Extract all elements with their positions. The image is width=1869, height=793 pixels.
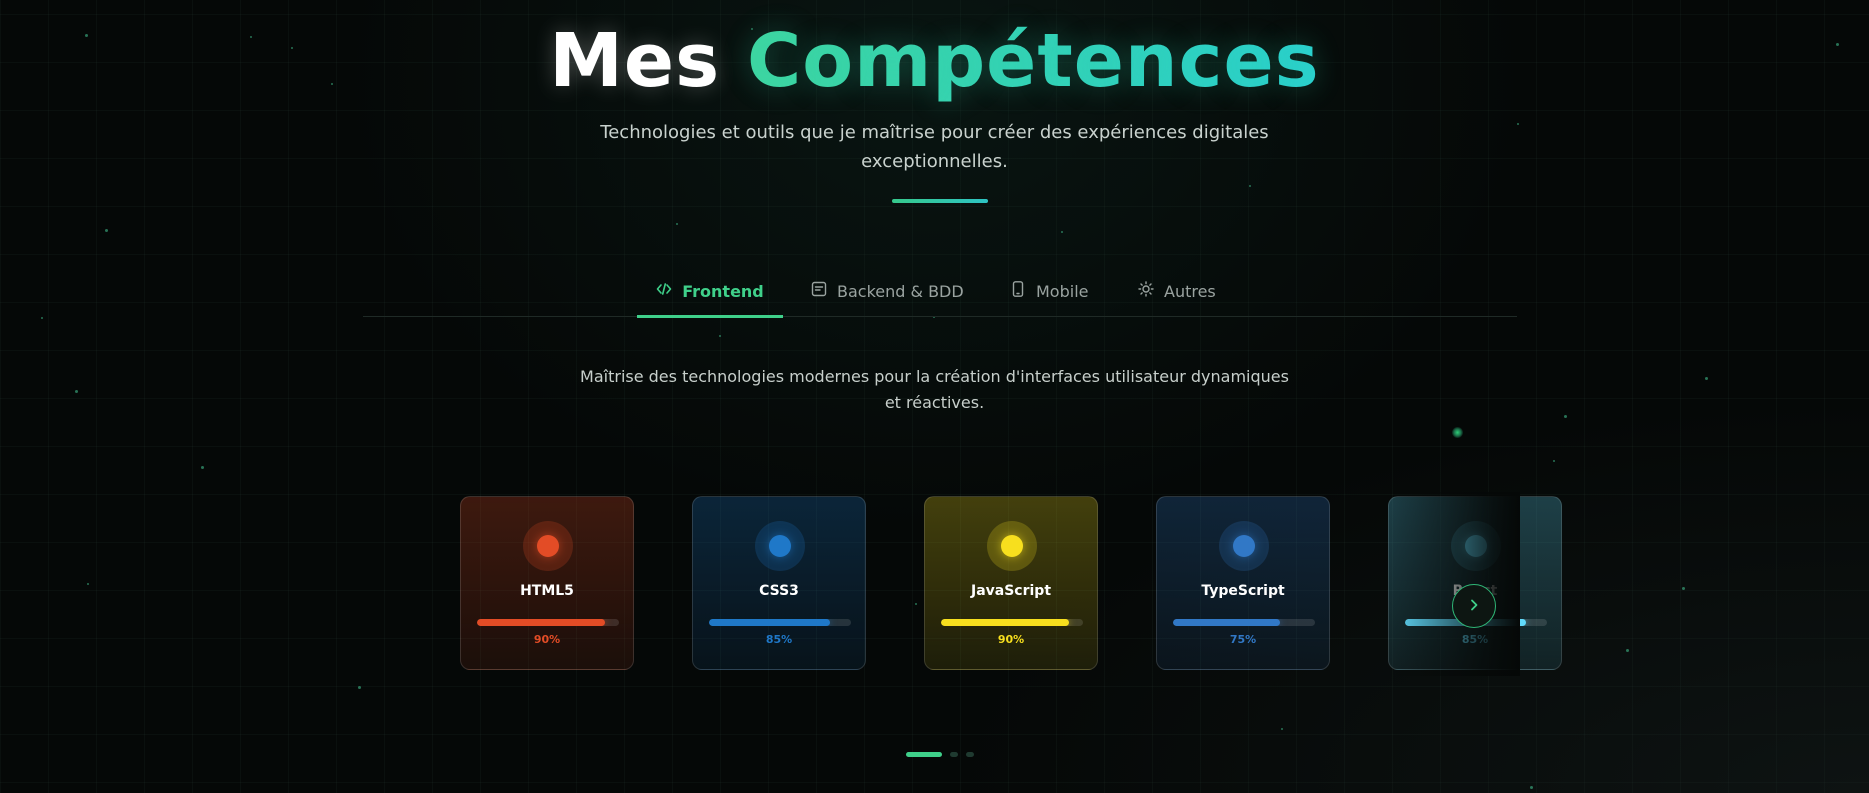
skill-icon: [987, 521, 1037, 571]
skill-progress-fill: [709, 619, 830, 626]
star: [1452, 427, 1463, 438]
title-underline: [892, 199, 988, 203]
star: [1061, 231, 1063, 233]
skill-name: TypeScript: [1201, 583, 1285, 599]
skill-progress-bar: [941, 619, 1083, 626]
skill-icon: [1219, 521, 1269, 571]
page-title: Mes Compétences: [0, 16, 1869, 106]
star: [1530, 786, 1533, 789]
subtitle-line-2: exceptionnelles.: [861, 151, 1008, 172]
tab-label: Frontend: [682, 281, 764, 301]
tab-label: Mobile: [1036, 281, 1089, 301]
chevron-right-icon: [1467, 597, 1481, 616]
skill-icon-dot: [537, 535, 559, 557]
title-word-1: Mes: [549, 18, 721, 104]
title-word-2: Compétences: [746, 18, 1320, 104]
star: [1249, 185, 1251, 187]
skill-name: HTML5: [520, 583, 574, 599]
skill-icon: [523, 521, 573, 571]
star: [1682, 587, 1685, 590]
star: [41, 317, 43, 319]
skill-name: CSS3: [759, 583, 799, 599]
code-icon: [656, 281, 672, 301]
skill-progress-fill: [477, 619, 605, 626]
sun-icon: [1138, 281, 1154, 301]
skill-name: JavaScript: [970, 583, 1052, 599]
smartphone-icon: [1010, 281, 1026, 301]
skill-progress-bar: [477, 619, 619, 626]
skill-percent: 90%: [533, 633, 561, 646]
category-description: Maîtrise des technologies modernes pour …: [0, 364, 1869, 416]
skills-carousel: HTML5 90% CSS3 85% JavaScript 90% TypeSc…: [460, 492, 1562, 676]
tab-label: Backend & BDD: [837, 281, 964, 301]
skill-icon-dot: [769, 535, 791, 557]
description-line-1: Maîtrise des technologies modernes pour …: [580, 367, 1289, 386]
skill-card[interactable]: HTML5 90%: [460, 496, 634, 670]
skill-icon: [755, 521, 805, 571]
tab-mobile[interactable]: Mobile: [1010, 266, 1088, 316]
skill-percent: 75%: [1229, 633, 1257, 646]
star: [1553, 460, 1555, 462]
star: [676, 223, 678, 225]
star: [105, 229, 108, 232]
tab-backend[interactable]: Backend & BDD: [811, 266, 964, 316]
subtitle-line-1: Technologies et outils que je maîtrise p…: [600, 122, 1269, 143]
skill-percent: 85%: [765, 633, 793, 646]
skill-card[interactable]: TypeScript 75%: [1156, 496, 1330, 670]
star: [201, 466, 204, 469]
skill-percent: 90%: [997, 633, 1025, 646]
skill-tabs: Frontend Backend & BDD Mobile Autres: [363, 266, 1517, 318]
star: [1281, 728, 1283, 730]
skill-progress-fill: [941, 619, 1069, 626]
tab-frontend[interactable]: Frontend: [637, 266, 783, 318]
pagination-dot[interactable]: [966, 752, 974, 757]
skill-card[interactable]: JavaScript 90%: [924, 496, 1098, 670]
tab-label: Autres: [1164, 281, 1216, 301]
skill-icon-dot: [1001, 535, 1023, 557]
pagination-dot[interactable]: [950, 752, 958, 757]
skill-progress-fill: [1173, 619, 1280, 626]
star: [358, 686, 361, 689]
star: [87, 583, 89, 585]
skill-progress-bar: [709, 619, 851, 626]
skill-card[interactable]: CSS3 85%: [692, 496, 866, 670]
database-icon: [811, 281, 827, 301]
skill-progress-bar: [1173, 619, 1315, 626]
star: [1626, 649, 1629, 652]
pagination-dot[interactable]: [906, 752, 942, 757]
star: [719, 335, 721, 337]
carousel-fade-edge: [1390, 492, 1520, 676]
page-subtitle: Technologies et outils que je maîtrise p…: [0, 118, 1869, 176]
skill-icon-dot: [1233, 535, 1255, 557]
carousel-next-button[interactable]: [1452, 584, 1496, 628]
description-line-2: et réactives.: [884, 393, 985, 412]
tab-autres[interactable]: Autres: [1138, 266, 1216, 316]
